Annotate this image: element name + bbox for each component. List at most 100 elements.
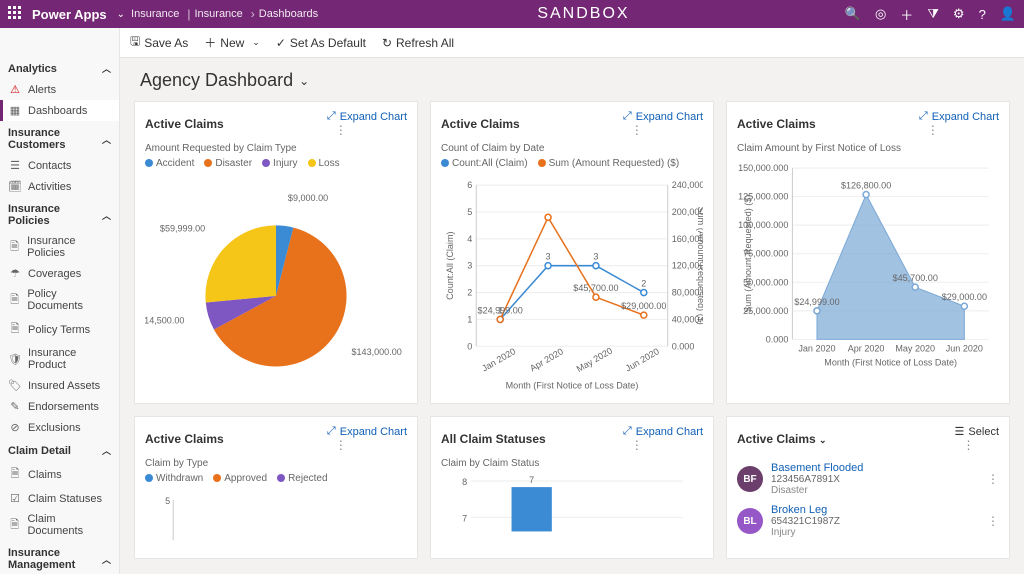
- more-icon[interactable]: ⋮: [335, 438, 347, 452]
- more-icon[interactable]: ⋮: [631, 123, 643, 137]
- chart-card-type: Active Claims ⤢ Expand Chart⋮ Claim by T…: [134, 416, 418, 559]
- more-icon[interactable]: ⋮: [963, 438, 975, 452]
- crumb-area[interactable]: Insurance: [194, 8, 242, 20]
- card-title[interactable]: Active Claims ⌄: [737, 432, 827, 446]
- sidebar-item[interactable]: ☑Claim Statuses: [0, 488, 119, 509]
- card-title: Active Claims: [145, 432, 224, 446]
- card-subtitle: Claim Amount by First Notice of Loss: [737, 143, 999, 154]
- sidebar-item[interactable]: 🗎Insurance Policies: [0, 231, 119, 263]
- chevron-down-icon[interactable]: ⌄: [117, 9, 125, 20]
- sidebar-item-label: Contacts: [28, 160, 71, 172]
- help-icon[interactable]: ?: [979, 7, 986, 22]
- nav-icon: ▦: [8, 104, 22, 117]
- more-icon[interactable]: ⋮: [987, 514, 999, 528]
- waffle-icon[interactable]: [8, 6, 24, 22]
- expand-chart-button[interactable]: ⤢ Expand Chart: [327, 425, 407, 438]
- gear-icon[interactable]: ⚙: [953, 6, 965, 22]
- user-icon[interactable]: 👤: [1000, 6, 1016, 22]
- chart-card-status: All Claim Statuses ⤢ Expand Chart⋮ Claim…: [430, 416, 714, 559]
- search-icon[interactable]: 🔍: [845, 6, 861, 22]
- refresh-icon: ↻: [382, 36, 392, 50]
- expand-chart-button[interactable]: ⤢ Expand Chart: [919, 110, 999, 123]
- new-button[interactable]: ＋New⌄: [204, 34, 260, 51]
- sidebar-item[interactable]: ☰Contacts: [0, 155, 119, 176]
- sidebar-item[interactable]: 🗓Activities: [0, 176, 119, 197]
- expand-chart-button[interactable]: ⤢ Expand Chart: [623, 110, 703, 123]
- svg-text:3: 3: [467, 261, 472, 271]
- nav-icon: 🗎: [8, 291, 21, 310]
- sidebar-section[interactable]: Insurance Customers︿: [0, 121, 119, 155]
- select-button[interactable]: ☰ Select: [955, 425, 999, 438]
- chart-legend: Count:All (Claim)Sum (Amount Requested) …: [441, 158, 703, 169]
- brand[interactable]: Power Apps: [32, 7, 107, 22]
- sidebar-item-label: Insurance Product: [28, 347, 111, 371]
- sidebar-section[interactable]: Insurance Management︿: [0, 541, 119, 574]
- svg-text:7: 7: [529, 475, 534, 485]
- expand-chart-button[interactable]: ⤢ Expand Chart: [327, 110, 407, 123]
- svg-text:0.000: 0.000: [766, 334, 789, 344]
- more-icon[interactable]: ⋮: [927, 123, 939, 137]
- sidebar-item[interactable]: ⚠Alerts: [0, 79, 119, 100]
- chevron-icon: ︿: [102, 444, 111, 457]
- sidebar-item[interactable]: ▦Dashboards: [0, 100, 119, 121]
- refresh-button[interactable]: ↻Refresh All: [382, 36, 454, 50]
- more-icon[interactable]: ⋮: [987, 472, 999, 486]
- svg-text:May 2020: May 2020: [575, 346, 614, 375]
- sidebar-item[interactable]: 🛡 Insurance Product: [0, 343, 119, 375]
- sidebar-section[interactable]: Insurance Policies︿: [0, 197, 119, 231]
- task-icon[interactable]: ◎: [875, 6, 886, 22]
- crumb-page[interactable]: Dashboards: [259, 8, 318, 20]
- avatar: BL: [737, 508, 763, 534]
- svg-text:$59,999.00: $59,999.00: [160, 223, 205, 233]
- set-default-button[interactable]: ✓Set As Default: [276, 36, 366, 50]
- list-item[interactable]: BFBasement Flooded123456A7891XDisaster⋮: [737, 458, 999, 500]
- list-item[interactable]: BLBroken Leg654321C1987ZInjury⋮: [737, 500, 999, 542]
- svg-text:240,000.000: 240,000.000: [672, 180, 703, 190]
- sidebar-item[interactable]: 🗎Policy Documents: [0, 284, 119, 316]
- svg-text:$9,000.00: $9,000.00: [288, 193, 328, 203]
- sidebar-item-label: Activities: [28, 181, 71, 193]
- crumb-app[interactable]: Insurance: [131, 8, 179, 20]
- pie-chart: $9,000.00$143,000.00$14,500.00$59,999.00: [145, 175, 407, 397]
- svg-text:150,000.000: 150,000.000: [738, 163, 788, 173]
- sidebar-item[interactable]: 🗎Claim Documents: [0, 509, 119, 541]
- svg-text:8: 8: [462, 477, 467, 487]
- sidebar-item-label: Endorsements: [28, 401, 99, 413]
- filter-icon[interactable]: ⧩: [927, 6, 939, 22]
- sidebar-item[interactable]: 🗎Policy Terms: [0, 316, 119, 343]
- expand-chart-button[interactable]: ⤢ Expand Chart: [623, 425, 703, 438]
- sidebar-item[interactable]: ☂Coverages: [0, 263, 119, 284]
- svg-text:$29,000.00: $29,000.00: [942, 292, 987, 302]
- sidebar-item[interactable]: 🗎Claims: [0, 461, 119, 488]
- card-subtitle: Claim by Claim Status: [441, 458, 703, 469]
- svg-text:Count:All (Claim): Count:All (Claim): [445, 232, 455, 300]
- svg-text:1: 1: [467, 314, 472, 324]
- more-icon[interactable]: ⋮: [631, 438, 643, 452]
- svg-text:Month (First Notice of Loss Da: Month (First Notice of Loss Date): [824, 358, 957, 368]
- item-sub: Disaster: [771, 485, 971, 496]
- sidebar-section[interactable]: Claim Detail︿: [0, 438, 119, 461]
- svg-text:$29,000.00: $29,000.00: [621, 301, 666, 311]
- add-icon[interactable]: ＋: [900, 5, 913, 24]
- svg-text:Sum (Amount Requested) ($): Sum (Amount Requested) ($): [696, 207, 703, 325]
- save-as-button[interactable]: 🖫Save As: [130, 32, 188, 53]
- area-chart: 0.00025,000.00050,000.00075,000.000100,0…: [737, 158, 999, 390]
- svg-text:$143,000.00: $143,000.00: [351, 347, 401, 357]
- nav-icon: ⚠: [8, 83, 22, 96]
- card-subtitle: Amount Requested by Claim Type: [145, 143, 407, 154]
- sidebar-item[interactable]: ⊘Exclusions: [0, 417, 119, 438]
- sidebar-item[interactable]: 🏷Insured Assets: [0, 375, 119, 396]
- nav-icon: 🛡: [8, 353, 22, 366]
- chevron-icon: ︿: [102, 133, 111, 146]
- sidebar-section[interactable]: Analytics︿: [0, 56, 119, 79]
- page-title[interactable]: Agency Dashboard ⌄: [134, 68, 1010, 101]
- svg-text:May 2020: May 2020: [895, 343, 935, 353]
- item-title: Broken Leg: [771, 504, 971, 516]
- more-icon[interactable]: ⋮: [335, 123, 347, 137]
- card-subtitle: Count of Claim by Date: [441, 143, 703, 154]
- nav-icon: ✎: [8, 400, 22, 413]
- card-title: Active Claims: [737, 117, 816, 131]
- sidebar-item[interactable]: ✎ Endorsements: [0, 396, 119, 417]
- card-subtitle: Claim by Type: [145, 458, 407, 469]
- chart-card-pie: Active Claims ⤢ Expand Chart⋮ Amount Req…: [134, 101, 418, 404]
